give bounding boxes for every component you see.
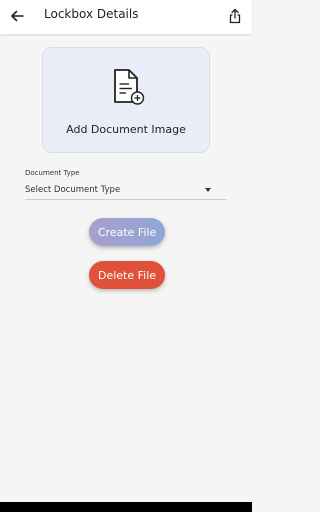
app-bar: Lockbox Details — [0, 0, 252, 34]
share-icon — [229, 8, 241, 24]
caret-down-icon — [205, 188, 211, 192]
create-file-button[interactable]: Create File — [89, 218, 165, 246]
page-title: Lockbox Details — [44, 7, 139, 21]
add-document-image-label: Add Document Image — [66, 123, 186, 136]
system-navigation-bar — [0, 502, 252, 512]
document-add-icon — [114, 69, 145, 105]
document-type-label: Document Type — [25, 169, 80, 177]
arrow-left-icon — [11, 10, 24, 22]
add-document-image-card[interactable]: Add Document Image — [42, 47, 210, 153]
share-button[interactable] — [224, 5, 246, 27]
document-type-value: Select Document Type — [25, 185, 121, 195]
document-type-select[interactable]: Select Document Type — [25, 183, 227, 200]
delete-file-button[interactable]: Delete File — [89, 261, 165, 289]
back-button[interactable] — [6, 5, 28, 27]
